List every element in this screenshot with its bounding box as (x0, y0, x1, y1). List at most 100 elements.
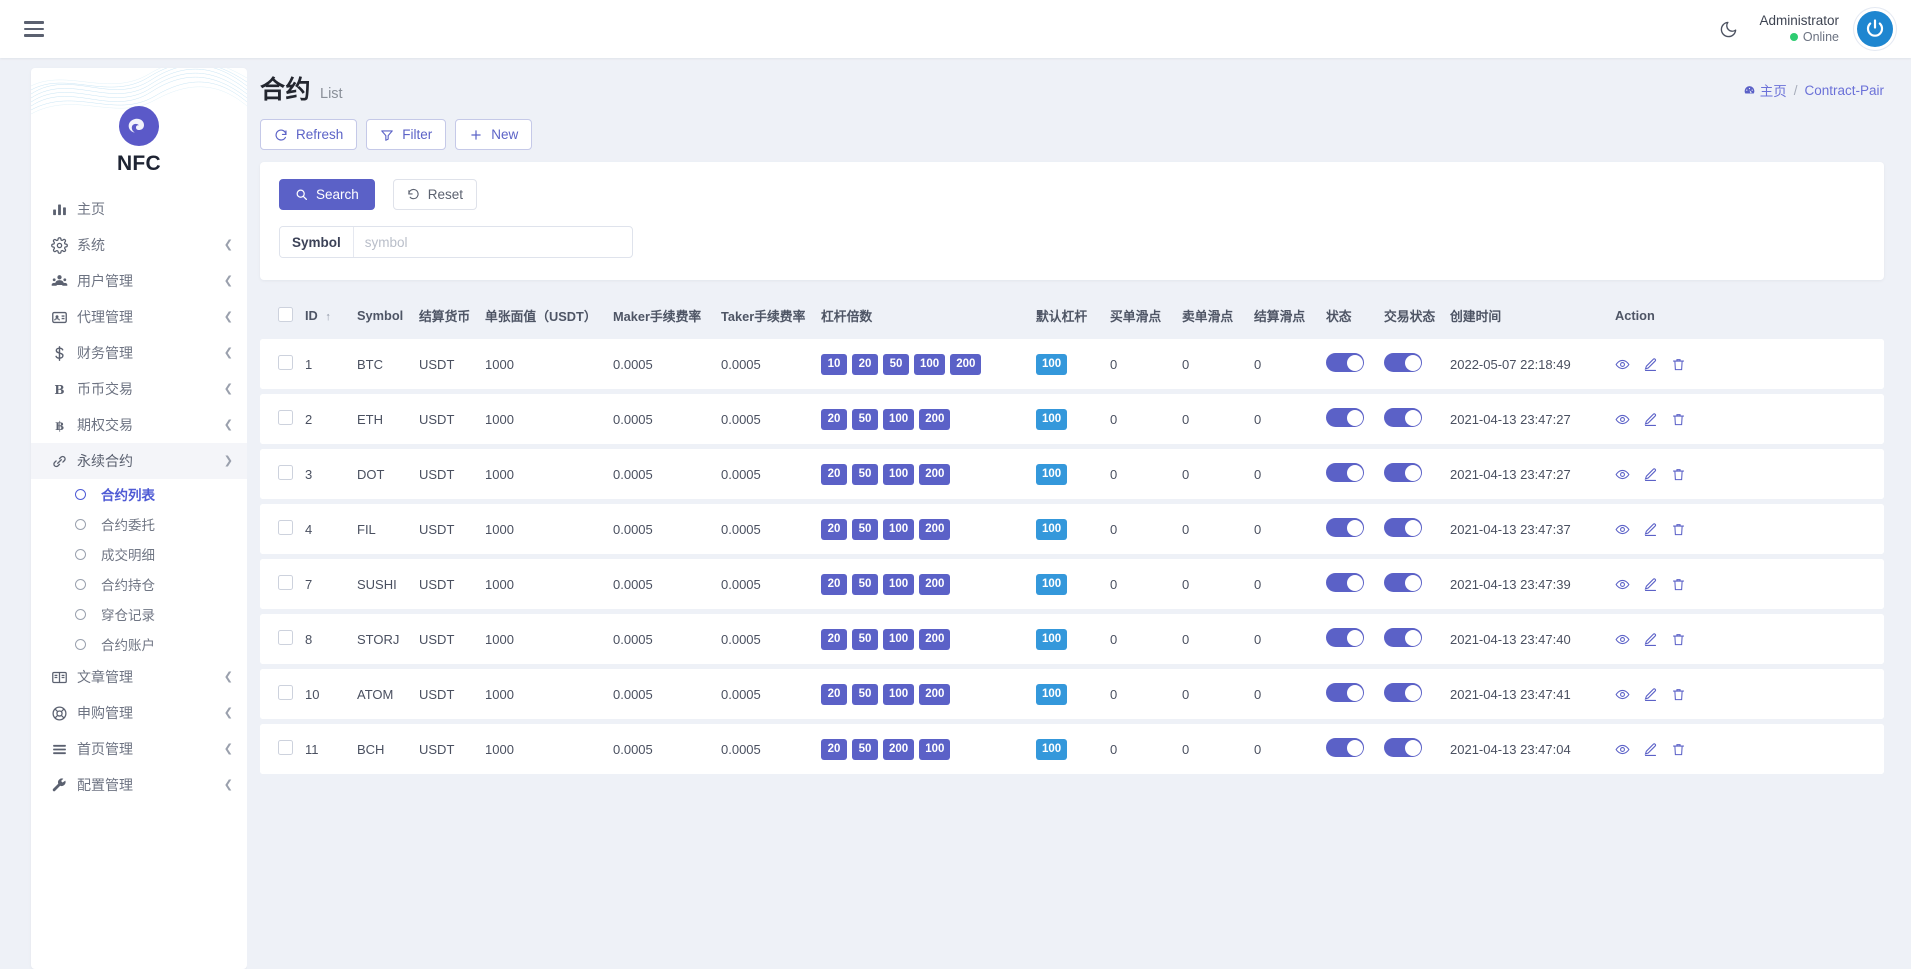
trade-status-toggle[interactable] (1384, 353, 1422, 372)
leverage-badge[interactable]: 100 (883, 463, 915, 485)
leverage-badge[interactable]: 100 (883, 408, 915, 430)
pencil-icon[interactable] (1643, 522, 1658, 537)
default-leverage-badge[interactable]: 100 (1036, 573, 1068, 595)
leverage-badge[interactable]: 200 (919, 463, 951, 485)
pencil-icon[interactable] (1643, 742, 1658, 757)
sidebar-item-finance-management[interactable]: 财务管理 ❮ (31, 335, 247, 371)
status-toggle[interactable] (1326, 683, 1364, 702)
sidebar-item-spot-trading[interactable]: B 币币交易 ❮ (31, 371, 247, 407)
sidebar-subitem-contract-positions[interactable]: 合约持仓 (31, 569, 247, 599)
row-checkbox[interactable] (278, 520, 293, 535)
row-checkbox[interactable] (278, 575, 293, 590)
sidebar-item-homepage-management[interactable]: 首页管理 ❮ (31, 731, 247, 767)
trash-icon[interactable] (1671, 522, 1686, 537)
default-leverage-badge[interactable]: 100 (1036, 628, 1068, 650)
leverage-badge[interactable]: 100 (919, 738, 951, 760)
trash-icon[interactable] (1671, 742, 1686, 757)
hamburger-icon[interactable] (16, 11, 52, 47)
leverage-badge[interactable]: 200 (919, 628, 951, 650)
leverage-badge[interactable]: 50 (852, 408, 878, 430)
default-leverage-badge[interactable]: 100 (1036, 463, 1068, 485)
trade-status-toggle[interactable] (1384, 738, 1422, 757)
pencil-icon[interactable] (1643, 577, 1658, 592)
leverage-badge[interactable]: 200 (919, 573, 951, 595)
leverage-badge[interactable]: 200 (883, 738, 915, 760)
trash-icon[interactable] (1671, 467, 1686, 482)
select-all-checkbox[interactable] (278, 306, 293, 322)
sidebar-item-config-management[interactable]: 配置管理 ❮ (31, 767, 247, 803)
leverage-badge[interactable]: 200 (950, 353, 982, 375)
trade-status-toggle[interactable] (1384, 628, 1422, 647)
leverage-badge[interactable]: 20 (821, 463, 847, 485)
col-id[interactable]: ID ↑ (299, 297, 351, 334)
table-row[interactable]: 8 STORJ USDT 1000 0.0005 0.0005 20 50 100 200 100 0… (260, 614, 1884, 664)
leverage-badge[interactable]: 100 (883, 573, 915, 595)
trade-status-toggle[interactable] (1384, 683, 1422, 702)
pencil-icon[interactable] (1643, 687, 1658, 702)
table-row[interactable]: 1 BTC USDT 1000 0.0005 0.0005 10 20 50 100 200 100 0… (260, 339, 1884, 389)
leverage-badge[interactable]: 50 (852, 573, 878, 595)
status-toggle[interactable] (1326, 573, 1364, 592)
row-checkbox[interactable] (278, 355, 293, 370)
leverage-badge[interactable]: 200 (919, 683, 951, 705)
trade-status-toggle[interactable] (1384, 518, 1422, 537)
trade-status-toggle[interactable] (1384, 408, 1422, 427)
leverage-badge[interactable]: 20 (821, 683, 847, 705)
pencil-icon[interactable] (1643, 467, 1658, 482)
leverage-badge[interactable]: 100 (883, 683, 915, 705)
table-row[interactable]: 2 ETH USDT 1000 0.0005 0.0005 20 50 100 200 100 0 0 0… (260, 394, 1884, 444)
leverage-badge[interactable]: 20 (821, 408, 847, 430)
leverage-badge[interactable]: 200 (919, 518, 951, 540)
leverage-badge[interactable]: 50 (852, 518, 878, 540)
trade-status-toggle[interactable] (1384, 463, 1422, 482)
eye-icon[interactable] (1615, 687, 1630, 702)
filter-button[interactable]: Filter (366, 119, 447, 150)
trash-icon[interactable] (1671, 357, 1686, 372)
new-button[interactable]: New (455, 119, 533, 150)
row-checkbox[interactable] (278, 630, 293, 645)
pencil-icon[interactable] (1643, 412, 1658, 427)
sidebar-subitem-contract-list[interactable]: 合约列表 (31, 479, 247, 509)
table-row[interactable]: 7 SUSHI USDT 1000 0.0005 0.0005 20 50 100 200 100 0… (260, 559, 1884, 609)
default-leverage-badge[interactable]: 100 (1036, 518, 1068, 540)
trash-icon[interactable] (1671, 577, 1686, 592)
leverage-badge[interactable]: 50 (852, 683, 878, 705)
eye-icon[interactable] (1615, 357, 1630, 372)
table-row[interactable]: 3 DOT USDT 1000 0.0005 0.0005 20 50 100 200 100 0 0 0… (260, 449, 1884, 499)
sidebar-item-system[interactable]: 系统 ❮ (31, 227, 247, 263)
sidebar-subitem-liquidation-records[interactable]: 穿仓记录 (31, 599, 247, 629)
eye-icon[interactable] (1615, 742, 1630, 757)
sidebar-subitem-contract-accounts[interactable]: 合约账户 (31, 629, 247, 659)
row-checkbox[interactable] (278, 465, 293, 480)
pencil-icon[interactable] (1643, 632, 1658, 647)
default-leverage-badge[interactable]: 100 (1036, 738, 1068, 760)
status-toggle[interactable] (1326, 353, 1364, 372)
leverage-badge[interactable]: 50 (852, 628, 878, 650)
leverage-badge[interactable]: 10 (821, 353, 847, 375)
sidebar-item-article-management[interactable]: 文章管理 ❮ (31, 659, 247, 695)
status-toggle[interactable] (1326, 518, 1364, 537)
eye-icon[interactable] (1615, 467, 1630, 482)
sidebar-item-option-trading[interactable]: ฿ 期权交易 ❮ (31, 407, 247, 443)
moon-icon[interactable] (1715, 16, 1741, 42)
table-row[interactable]: 11 BCH USDT 1000 0.0005 0.0005 20 50 200 100 100 0 0… (260, 724, 1884, 774)
sidebar-item-home[interactable]: 主页 (31, 191, 247, 227)
row-checkbox[interactable] (278, 685, 293, 700)
leverage-badge[interactable]: 20 (821, 628, 847, 650)
search-button[interactable]: Search (279, 179, 375, 210)
sidebar-item-user-management[interactable]: 用户管理 ❮ (31, 263, 247, 299)
leverage-badge[interactable]: 50 (852, 738, 878, 760)
default-leverage-badge[interactable]: 100 (1036, 683, 1068, 705)
eye-icon[interactable] (1615, 522, 1630, 537)
row-checkbox[interactable] (278, 410, 293, 425)
trade-status-toggle[interactable] (1384, 573, 1422, 592)
status-toggle[interactable] (1326, 738, 1364, 757)
leverage-badge[interactable]: 200 (919, 408, 951, 430)
pencil-icon[interactable] (1643, 357, 1658, 372)
symbol-input[interactable] (353, 227, 632, 257)
avatar[interactable] (1857, 11, 1893, 47)
eye-icon[interactable] (1615, 577, 1630, 592)
eye-icon[interactable] (1615, 412, 1630, 427)
leverage-badge[interactable]: 20 (821, 573, 847, 595)
trash-icon[interactable] (1671, 412, 1686, 427)
